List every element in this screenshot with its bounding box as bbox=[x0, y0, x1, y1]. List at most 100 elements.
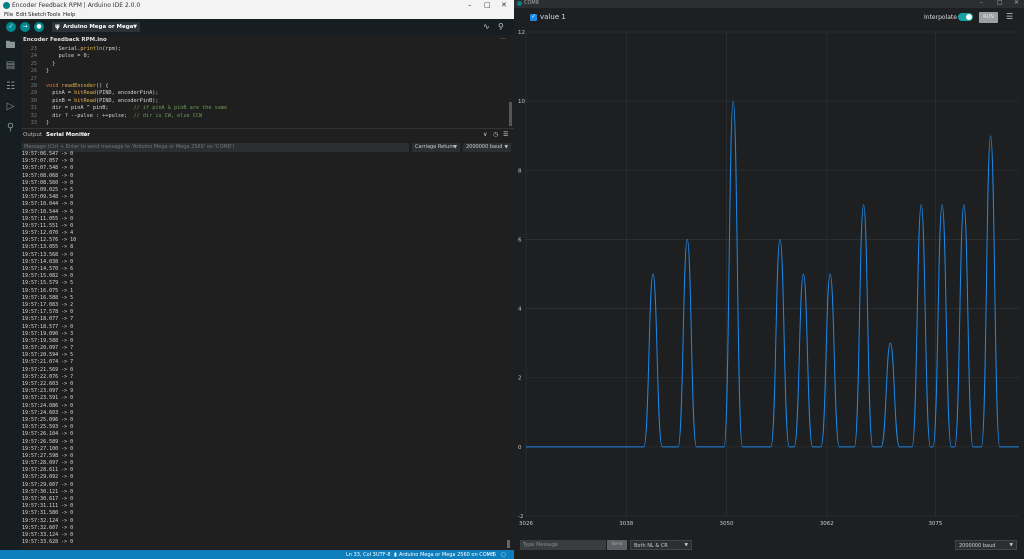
library-manager-icon[interactable]: ☷ bbox=[5, 81, 16, 92]
upload-button[interactable]: → bbox=[20, 22, 30, 32]
serial-line: 19:57:17.578 -> 0 bbox=[22, 309, 74, 316]
line-number: 28 bbox=[30, 83, 37, 89]
board-port-status[interactable]: Arduino Mega or Mega 2560 on COM8 bbox=[399, 552, 494, 558]
toggle-output-icon[interactable]: ▢ bbox=[501, 552, 506, 558]
clear-plot-icon[interactable]: ☰ bbox=[1006, 12, 1013, 21]
serial-line: 19:57:22.076 -> 7 bbox=[22, 373, 74, 380]
maximize-icon[interactable]: □ bbox=[997, 0, 1003, 6]
minimize-icon[interactable]: – bbox=[468, 1, 472, 9]
run-button[interactable]: RUN bbox=[979, 12, 998, 23]
menu-tools[interactable]: Tools bbox=[47, 12, 61, 18]
plotter-titlebar: COM8 – □ ✕ bbox=[514, 0, 1024, 8]
usb-icon: ψ bbox=[55, 23, 60, 30]
arrow-right-icon: → bbox=[22, 23, 28, 30]
line-number: 32 bbox=[30, 112, 37, 119]
line-number: 33 bbox=[30, 120, 37, 126]
menu-edit[interactable]: Edit bbox=[16, 12, 27, 18]
plotter-message-input[interactable]: Type Message bbox=[520, 540, 606, 550]
search-icon[interactable]: ⚲ bbox=[5, 122, 16, 133]
serial-line: 19:57:26.104 -> 0 bbox=[22, 431, 74, 438]
verify-button[interactable]: ✓ bbox=[6, 22, 16, 32]
serial-line: 19:57:33.628 -> 0 bbox=[22, 539, 74, 546]
serial-line: 19:57:16.075 -> 1 bbox=[22, 287, 74, 294]
menu-file[interactable]: File bbox=[4, 12, 13, 18]
serial-line: 19:57:16.588 -> 5 bbox=[22, 294, 74, 301]
code-text: void readEncoder() { bbox=[46, 83, 109, 89]
plotter-line-ending-select[interactable]: Both NL & CR ▼ bbox=[630, 540, 692, 550]
serial-line: 19:57:21.569 -> 0 bbox=[22, 366, 74, 373]
serial-line: 19:57:31.580 -> 0 bbox=[22, 510, 74, 517]
serial-output[interactable]: 19:57:06.547 -> 0 19:57:07.057 -> 0 19:57:… bbox=[21, 151, 507, 547]
plotter-baud-select[interactable]: 2000000 baud ▼ bbox=[955, 540, 1017, 550]
serial-line: 19:57:13.568 -> 0 bbox=[22, 251, 74, 258]
serial-line: 19:57:12.070 -> 4 bbox=[22, 230, 74, 237]
close-icon[interactable]: ✕ bbox=[1014, 0, 1019, 6]
y-tick-label: -2 bbox=[518, 514, 523, 520]
series-toggle-checkbox[interactable]: ✓ bbox=[530, 14, 537, 21]
debug-icon[interactable]: ▷ bbox=[5, 101, 16, 112]
maximize-icon[interactable]: □ bbox=[484, 1, 491, 9]
serial-line: 19:57:06.547 -> 0 bbox=[22, 151, 74, 157]
serial-line: 19:57:20.097 -> 7 bbox=[22, 345, 74, 352]
notification-count: 5 bbox=[493, 552, 497, 558]
clear-output-icon[interactable]: ☰ bbox=[503, 131, 508, 138]
code-editor[interactable]: 23 Serial.println(rpm); 24 pulse = 0; 25 }… bbox=[21, 46, 514, 128]
serial-scrollbar[interactable] bbox=[507, 540, 510, 548]
more-icon[interactable]: ··· bbox=[500, 36, 506, 43]
arduino-logo-icon bbox=[3, 2, 10, 9]
boards-manager-icon[interactable]: ▤ bbox=[5, 60, 16, 71]
y-tick-label: 10 bbox=[518, 99, 525, 105]
x-tick-label: 3050 bbox=[720, 521, 734, 527]
tab-output[interactable]: Output bbox=[23, 132, 42, 138]
serial-line: 19:57:08.068 -> 0 bbox=[22, 172, 74, 179]
plotter-line-ending-value: Both NL & CR bbox=[634, 543, 668, 549]
serial-line: 19:57:23.591 -> 0 bbox=[22, 395, 74, 402]
serial-monitor-icon[interactable]: ⚲ bbox=[498, 22, 504, 31]
serial-line: 19:57:20.594 -> 5 bbox=[22, 352, 74, 359]
legend-series-label: value 1 bbox=[540, 13, 566, 21]
x-tick-label: 3062 bbox=[820, 521, 834, 527]
collapse-icon[interactable]: ∨ bbox=[483, 131, 487, 138]
serial-line: 19:57:10.044 -> 0 bbox=[22, 201, 74, 208]
ide-window-title: Encoder Feedback RPM | Arduino IDE 2.0.0 bbox=[12, 2, 141, 9]
serial-line: 19:57:09.025 -> 5 bbox=[22, 186, 74, 193]
serial-line: 19:57:21.074 -> 7 bbox=[22, 359, 74, 366]
close-icon[interactable]: ✕ bbox=[501, 1, 507, 9]
serial-line: 19:57:23.097 -> 9 bbox=[22, 388, 74, 395]
sketchbook-folder-icon[interactable]: 🖿 bbox=[5, 40, 16, 51]
close-tab-icon[interactable]: ✕ bbox=[82, 131, 87, 138]
menu-sketch[interactable]: Sketch bbox=[28, 12, 47, 18]
editor-tab-bar: Encoder Feedback RPM.ino ··· bbox=[21, 35, 514, 46]
plotter-footer: Type Message Send Both NL & CR ▼ 2000000… bbox=[514, 535, 1024, 559]
send-button[interactable]: Send bbox=[607, 540, 627, 550]
minimize-icon[interactable]: – bbox=[980, 0, 983, 6]
line-number: 29 bbox=[30, 90, 37, 97]
serial-line: 19:57:19.588 -> 0 bbox=[22, 337, 74, 344]
tab-sketch-file[interactable]: Encoder Feedback RPM.ino bbox=[23, 37, 107, 43]
y-tick-label: 4 bbox=[518, 307, 522, 313]
code-text: Serial.println(rpm); bbox=[46, 46, 121, 52]
board-selector[interactable]: ψ Arduino Mega or Mega ... ▼ bbox=[52, 22, 140, 40]
serial-line: 19:57:30.617 -> 0 bbox=[22, 496, 74, 502]
serial-line: 19:57:22.603 -> 0 bbox=[22, 381, 74, 387]
y-tick-label: 2 bbox=[518, 376, 522, 382]
notification-icon[interactable]: ✓ bbox=[487, 552, 491, 558]
timestamp-icon[interactable]: ◷ bbox=[493, 131, 498, 138]
interpolate-label: Interpolate bbox=[924, 14, 957, 21]
interpolate-toggle[interactable] bbox=[958, 13, 973, 21]
serial-line: 19:57:07.548 -> 0 bbox=[22, 165, 74, 172]
cursor-position: Ln 33, Col 3 bbox=[346, 552, 376, 558]
menu-help[interactable]: Help bbox=[63, 12, 76, 18]
line-number: 23 bbox=[30, 46, 37, 52]
serial-line: 19:57:25.096 -> 0 bbox=[22, 416, 74, 423]
serial-plotter-icon[interactable]: ∿ bbox=[483, 22, 490, 31]
bottom-panel-tabs: Output Serial Monitor ✕ ∨ ◷ ☰ bbox=[21, 128, 514, 140]
plotter-window-title: COM8 bbox=[524, 0, 539, 6]
serial-line: 19:57:32.124 -> 0 bbox=[22, 517, 74, 524]
serial-line: 19:57:29.092 -> 0 bbox=[22, 474, 74, 481]
serial-line: 19:57:27.100 -> 0 bbox=[22, 445, 74, 452]
check-icon: ✓ bbox=[8, 23, 14, 30]
debug-button[interactable]: ● bbox=[34, 22, 44, 32]
editor-scrollbar[interactable] bbox=[509, 102, 512, 126]
serial-line: 19:57:15.082 -> 0 bbox=[22, 273, 74, 280]
